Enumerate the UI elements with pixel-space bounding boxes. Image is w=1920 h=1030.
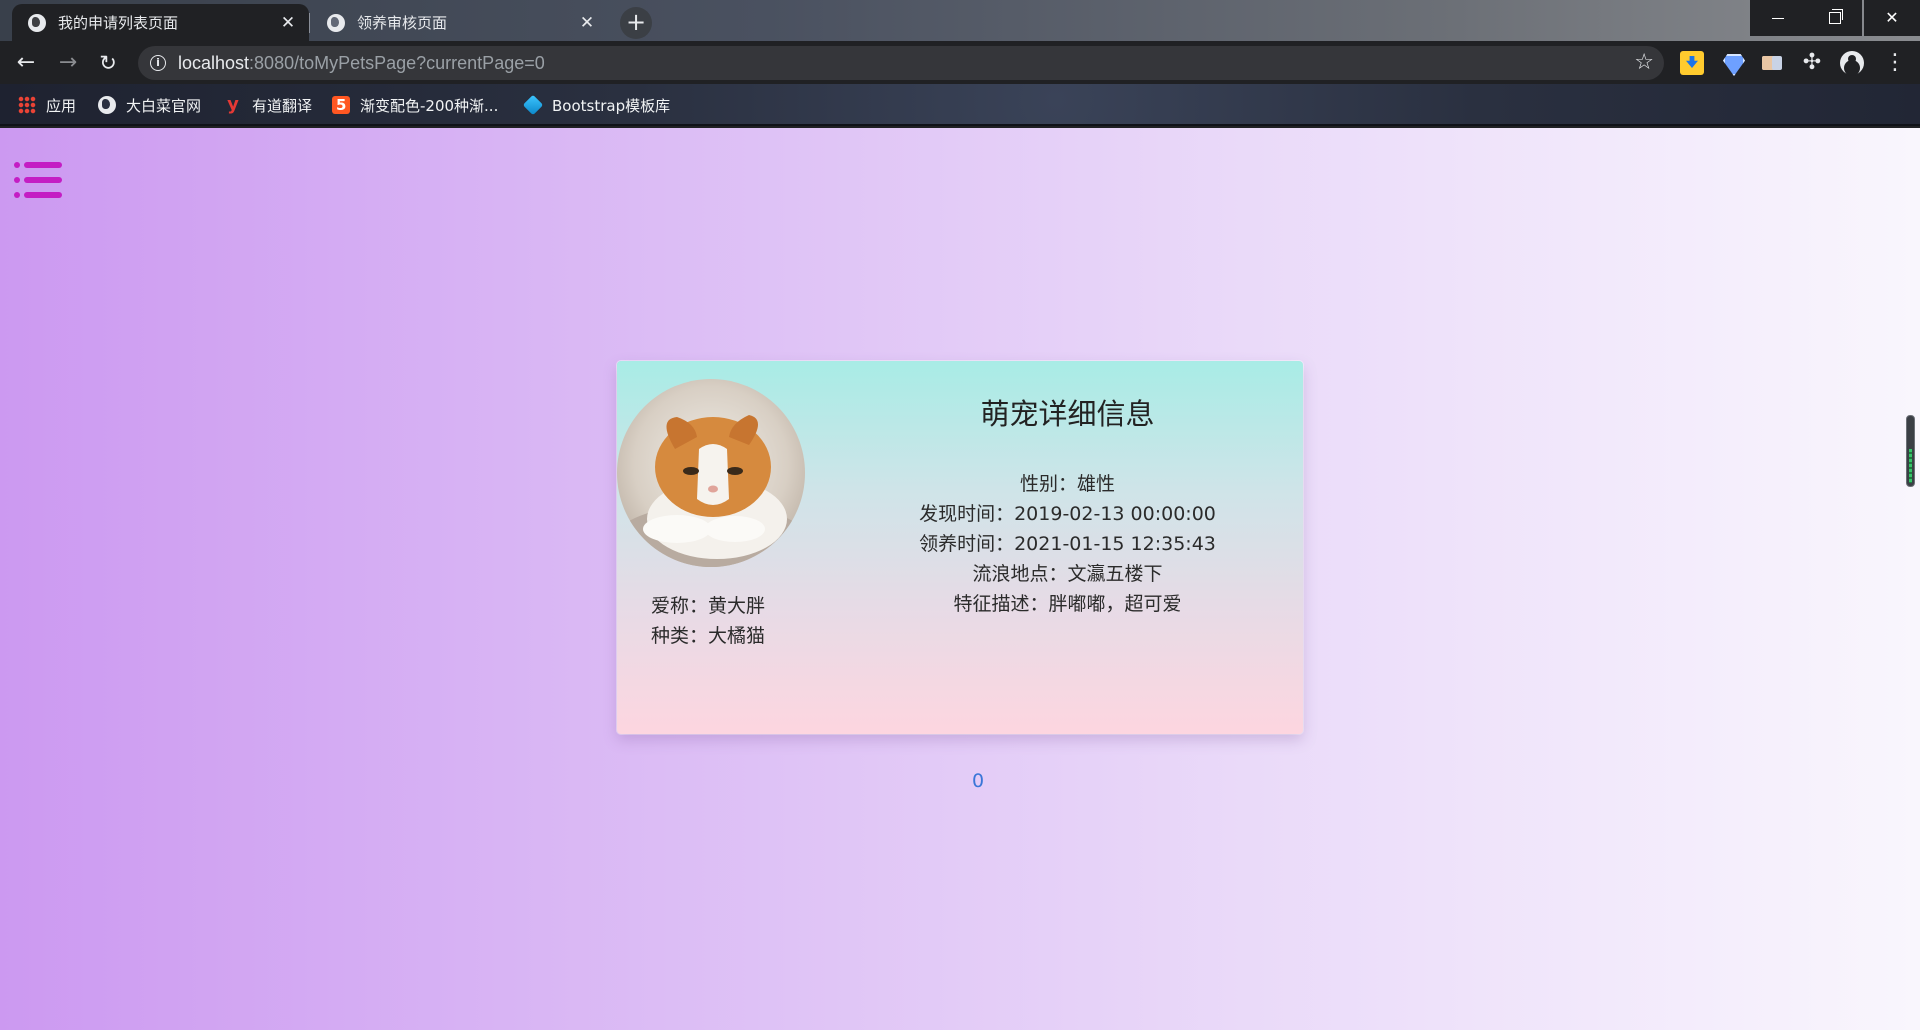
bookmark-bootstrap[interactable]: Bootstrap模板库 xyxy=(522,94,670,116)
bookmark-dabaicai[interactable]: 大白菜官网 xyxy=(98,95,201,115)
new-tab-button[interactable]: + xyxy=(620,7,652,39)
window-close-button[interactable]: ✕ xyxy=(1864,0,1920,36)
bookmark-apps[interactable]: 应用 xyxy=(18,95,76,115)
pet-basic-info: 爱称：黄大胖 种类：大橘猫 xyxy=(651,591,765,651)
bookmark-star-icon[interactable]: ☆ xyxy=(1634,50,1654,75)
forward-button[interactable]: → xyxy=(54,49,82,77)
close-icon[interactable]: ✕ xyxy=(578,14,596,32)
puzzle-icon[interactable]: ✣ xyxy=(1800,51,1824,75)
reader-extension-icon[interactable] xyxy=(1760,51,1784,75)
more-menu-icon[interactable]: ⋮ xyxy=(1884,49,1906,77)
reload-button[interactable]: ↻ xyxy=(94,49,122,77)
tab-title: 领养审核页面 xyxy=(357,14,448,32)
card-title: 萌宠详细信息 xyxy=(980,397,1155,431)
profile-icon[interactable] xyxy=(1840,51,1864,75)
cube-icon xyxy=(522,94,544,116)
page-number-link[interactable]: 0 xyxy=(972,770,984,792)
diamond-extension-icon[interactable] xyxy=(1720,51,1744,75)
apps-grid-icon xyxy=(18,96,36,114)
url-text[interactable]: localhost:8080/toMyPetsPage?currentPage=… xyxy=(178,53,545,74)
browser-toolbar: ← → ↻ i localhost:8080/toMyPetsPage?curr… xyxy=(0,41,1920,84)
tab-title: 我的申请列表页面 xyxy=(58,14,179,32)
pet-detail-card: 爱称：黄大胖 种类：大橘猫 萌宠详细信息 性别：雄性 发现时间：2019-02-… xyxy=(617,361,1303,734)
info-icon[interactable]: i xyxy=(150,55,166,71)
bookmark-youdao[interactable]: y 有道翻译 xyxy=(224,95,312,115)
globe-icon xyxy=(28,13,46,32)
tab-adoption-review[interactable]: 领养审核页面 ✕ xyxy=(309,4,608,41)
back-button[interactable]: ← xyxy=(12,49,40,77)
minimize-button[interactable] xyxy=(1750,0,1806,36)
pet-nickname: 爱称：黄大胖 xyxy=(651,595,766,617)
tab-strip: 我的申请列表页面 ✕ 领养审核页面 ✕ + ✕ xyxy=(0,0,1920,41)
pet-found-time: 发现时间：2019-02-13 00:00:00 xyxy=(919,503,1216,525)
pet-photo xyxy=(617,379,805,567)
restore-button[interactable] xyxy=(1806,0,1862,36)
pet-species: 种类：大橘猫 xyxy=(651,625,766,647)
pet-location: 流浪地点：文瀛五楼下 xyxy=(972,563,1163,585)
tab-my-applications[interactable]: 我的申请列表页面 ✕ xyxy=(12,4,309,41)
globe-icon xyxy=(327,13,345,32)
pet-detail-info: 性别：雄性 发现时间：2019-02-13 00:00:00 领养时间：2021… xyxy=(832,469,1303,619)
close-icon[interactable]: ✕ xyxy=(279,14,297,32)
globe-icon xyxy=(98,96,116,114)
pet-description: 特征描述：胖嘟嘟，超可爱 xyxy=(953,593,1182,615)
cat-illustration xyxy=(617,415,805,567)
bookmarks-bar: 应用 大白菜官网 y 有道翻译 渐变配色-200种渐... Bootstrap模… xyxy=(0,84,1920,126)
youdao-icon: y xyxy=(227,94,239,115)
address-bar[interactable]: i localhost:8080/toMyPetsPage?currentPag… xyxy=(138,46,1664,80)
pet-adopt-time: 领养时间：2021-01-15 12:35:43 xyxy=(919,533,1216,555)
page-viewport: 爱称：黄大胖 种类：大橘猫 萌宠详细信息 性别：雄性 发现时间：2019-02-… xyxy=(0,128,1920,1030)
pet-gender: 性别：雄性 xyxy=(1019,473,1115,495)
scroll-indicator[interactable] xyxy=(1906,415,1915,487)
menu-list-icon[interactable] xyxy=(14,160,62,200)
html5-icon xyxy=(332,96,350,114)
bookmark-gradient-colors[interactable]: 渐变配色-200种渐... xyxy=(332,95,498,115)
download-extension-icon[interactable] xyxy=(1680,51,1704,75)
